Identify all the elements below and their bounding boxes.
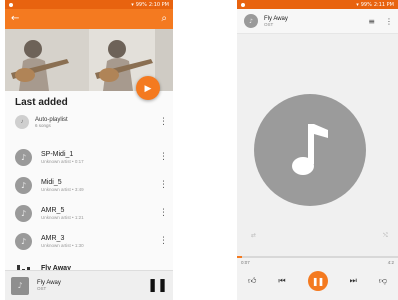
auto-playlist-row[interactable]: ♪ Auto-playlist 6 songs ⋮ [5,109,173,131]
pause-button[interactable]: ❚❚ [307,271,328,291]
notification-icon [241,2,245,7]
song-title: AMR_3 [41,234,65,242]
more-vert-icon[interactable]: ⋮ [159,180,168,190]
album-art-placeholder [254,94,366,206]
play-icon: ▶ [144,82,152,93]
song-subtitle: Unknown artist • 3:49 [41,186,84,192]
total-time: 4:2 [387,260,394,265]
repeat-icon[interactable]: ⇄ [251,232,256,239]
notification-icon [9,2,13,7]
status-time: 2:11 PM [373,1,394,8]
status-bar: ▾ 99% 2:10 PM [5,0,173,9]
mini-player-subtitle: OST [37,286,47,291]
now-playing-header: ♪ Fly Away OST ≡ ⋮ [237,9,398,34]
arrow-left-icon[interactable]: ← [11,14,19,24]
toolbar: ← ⌕ [5,9,173,29]
album-art-icon: ♪ [15,176,32,194]
album-art-icon: ♪ [15,204,32,222]
album-art-icon: ♪ [244,14,258,28]
song-title: SP-Midi_1 [41,150,74,158]
status-time: 2:10 PM [148,1,169,8]
search-icon[interactable]: ⌕ [161,14,167,24]
song-title: Midi_5 [41,178,62,186]
more-vert-icon[interactable]: ⋮ [159,152,168,162]
song-title: AMR_5 [41,206,65,214]
song-row[interactable]: ♪ Midi_5 Unknown artist • 3:49 ⋮ [5,171,173,199]
progress-bar[interactable] [237,256,398,258]
song-row[interactable]: ♪ SP-Midi_1 Unknown artist • 0:17 ⋮ [5,143,173,171]
playback-controls: 👍︎ ⏮ ❚❚ ⏭ 👎︎ [237,268,398,294]
more-vert-icon[interactable]: ⋮ [159,208,168,218]
song-subtitle: Unknown artist • 1:30 [41,242,84,248]
more-vert-icon[interactable]: ⋮ [159,236,168,246]
thumbs-down-icon[interactable]: 👎︎ [379,276,387,286]
mini-player[interactable]: ♪ Fly Away OST ❚❚ [5,270,173,300]
progress-fill [237,256,242,258]
playlist-icon: ♪ [15,115,29,129]
song-subtitle: Unknown artist • 0:17 [41,158,84,164]
mini-album-art-icon: ♪ [11,276,29,295]
queue-icon[interactable]: ≡ [368,17,375,26]
album-art-icon: ♪ [15,232,32,250]
battery-level: 99% [135,1,147,8]
shuffle-icon[interactable]: ⤭ [383,232,388,240]
album-artwork: ⇄ ⤭ [237,34,398,256]
pause-icon: ❚❚ [311,276,324,286]
now-playing-subtitle: OST [264,21,274,27]
song-subtitle: Unknown artist • 1:21 [41,214,84,220]
elapsed-time: 0:07 [241,260,250,265]
pause-icon[interactable]: ❚❚ [147,278,168,293]
song-row[interactable]: ♪ AMR_3 Unknown artist • 1:30 ⋮ [5,227,173,255]
song-row[interactable]: ♪ AMR_5 Unknown artist • 1:21 ⋮ [5,199,173,227]
skip-previous-icon[interactable]: ⏮ [278,276,285,286]
wifi-icon: ▾ [356,1,359,8]
album-art-icon: ♪ [15,148,32,166]
now-playing-screen: ▾ 99% 2:11 PM ♪ Fly Away OST ≡ ⋮ ⇄ ⤭ 0:0… [237,0,398,300]
thumbs-up-icon[interactable]: 👍︎ [248,276,256,286]
play-fab-button[interactable]: ▶ [136,76,160,100]
more-vert-icon[interactable]: ⋮ [159,117,168,127]
music-note-icon [292,124,328,175]
more-vert-icon[interactable]: ⋮ [385,17,393,26]
song-list: ♪ SP-Midi_1 Unknown artist • 0:17 ⋮ ♪ Mi… [5,143,173,283]
status-bar: ▾ 99% 2:11 PM [237,0,398,9]
library-screen: ▾ 99% 2:10 PM ← ⌕ ▶ Last added ♪ Auto-pl… [5,0,173,300]
wifi-icon: ▾ [131,1,134,8]
battery-level: 99% [360,1,372,8]
playlist-song-count: 6 songs [35,122,51,128]
skip-next-icon[interactable]: ⏭ [350,276,357,286]
